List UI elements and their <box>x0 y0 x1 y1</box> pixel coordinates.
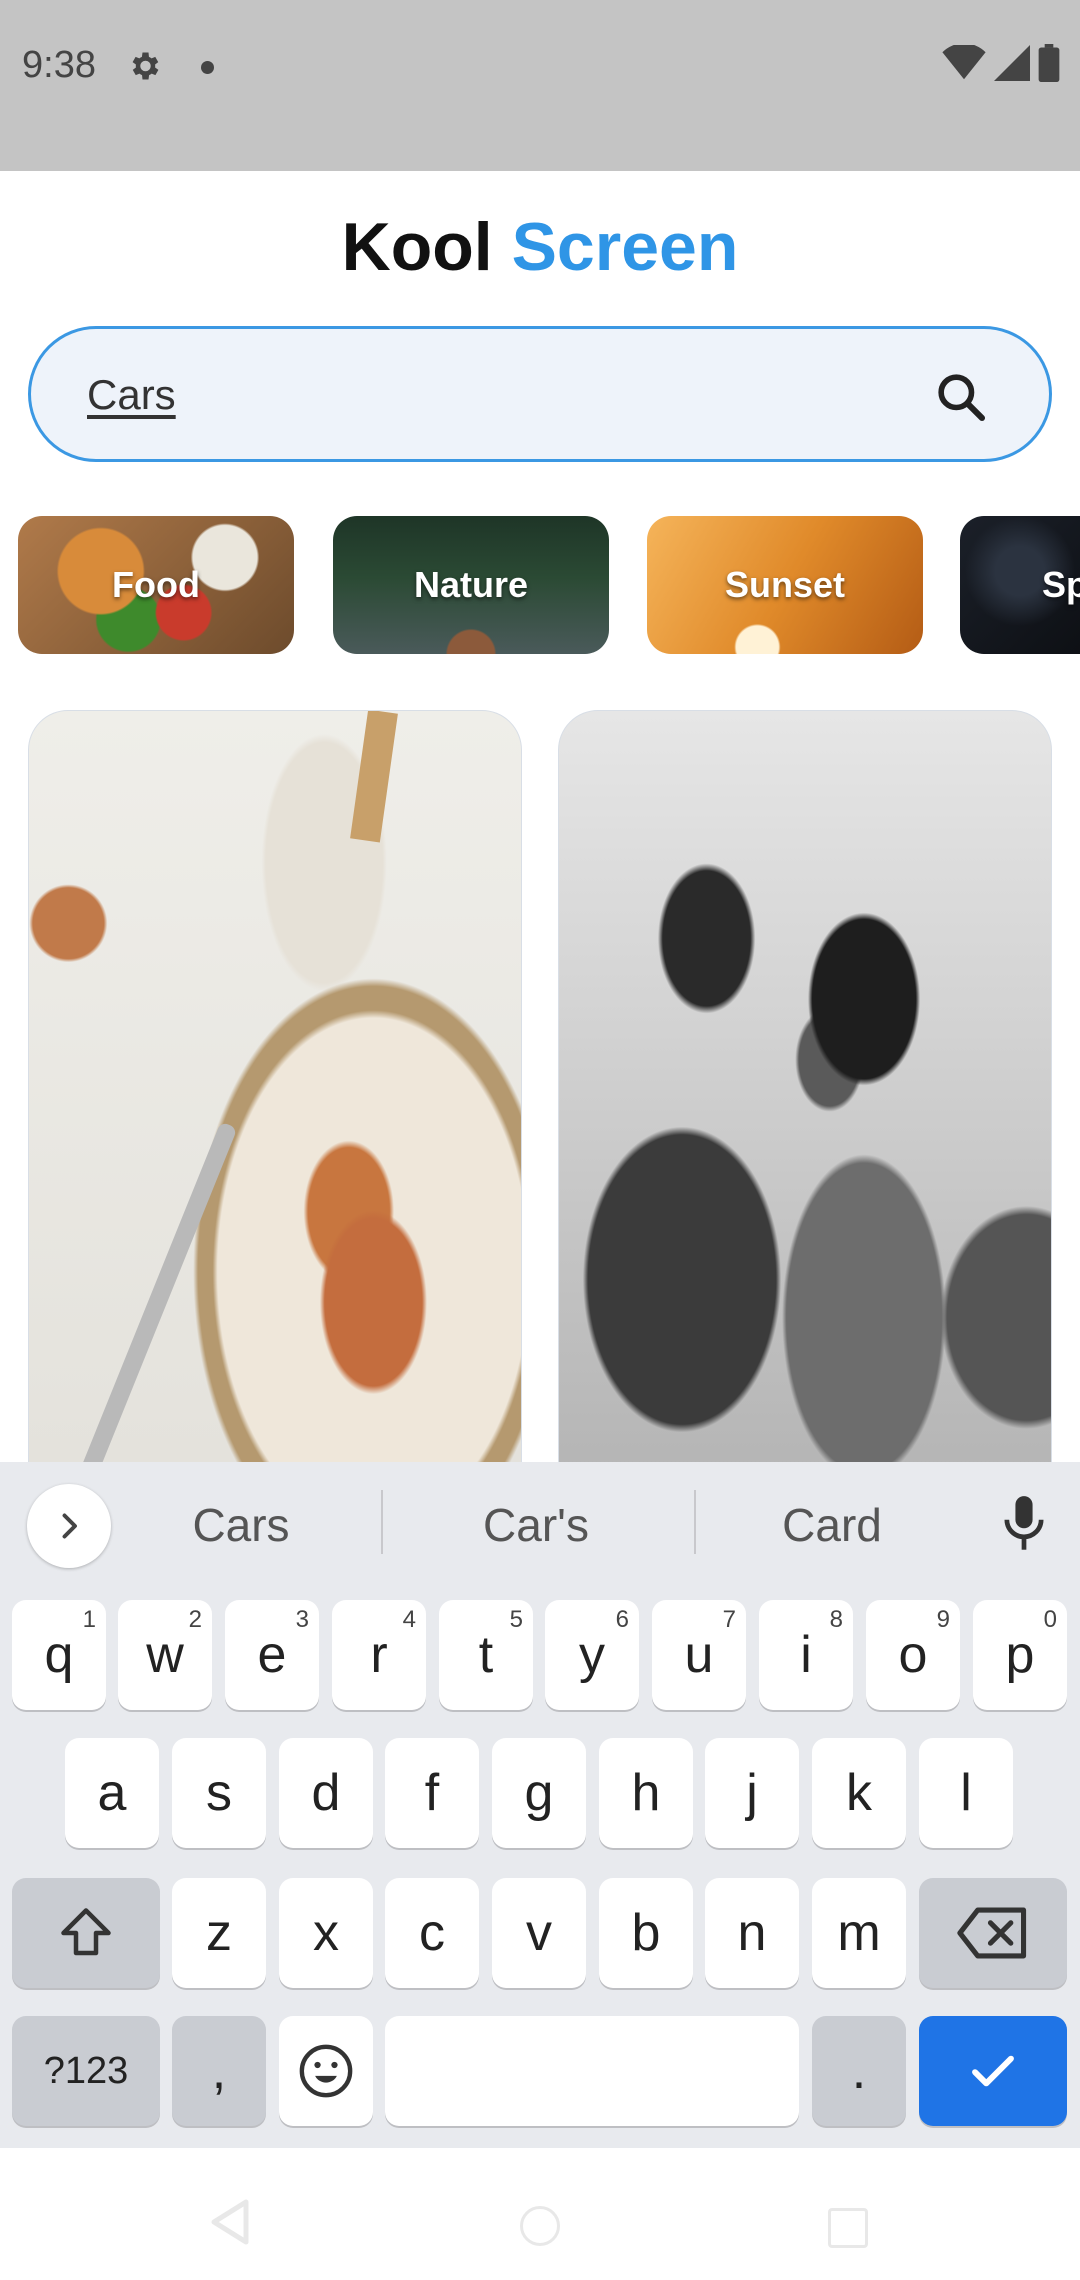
key-label: e <box>257 1626 287 1684</box>
shift-key[interactable] <box>12 1878 160 1988</box>
key-q[interactable]: q1 <box>12 1600 106 1710</box>
gear-icon <box>126 48 162 89</box>
key-w[interactable]: w2 <box>118 1600 212 1710</box>
search-icon[interactable] <box>933 369 989 430</box>
key-hint: 8 <box>829 1606 843 1633</box>
key-hint: 0 <box>1043 1606 1057 1633</box>
key-label: q <box>44 1626 74 1684</box>
key-label: o <box>898 1626 928 1684</box>
suggestion-divider <box>381 1490 383 1554</box>
back-icon[interactable] <box>210 2198 250 2251</box>
key-p[interactable]: p0 <box>973 1600 1067 1710</box>
key-label: p <box>1005 1626 1035 1684</box>
key-m[interactable]: m <box>812 1878 906 1988</box>
screen: 9:38 Kool Screen Cars Food Nature Sunset <box>0 0 1080 2280</box>
suggestion-item[interactable]: Card <box>692 1498 972 1552</box>
key-n[interactable]: n <box>705 1878 799 1988</box>
chevron-right-icon <box>62 1513 77 1539</box>
key-j[interactable]: j <box>705 1738 799 1848</box>
expand-suggestions-button[interactable] <box>27 1484 111 1568</box>
key-z[interactable]: z <box>172 1878 266 1988</box>
key-hint: 7 <box>722 1606 736 1633</box>
app-title: Kool Screen <box>0 208 1080 286</box>
key-label: i <box>800 1626 812 1684</box>
key-hint: 2 <box>188 1606 202 1633</box>
key-t[interactable]: t5 <box>439 1600 533 1710</box>
suggestion-item[interactable]: Car's <box>396 1498 676 1552</box>
key-hint: 6 <box>615 1606 629 1633</box>
key-g[interactable]: g <box>492 1738 586 1848</box>
photo-detail <box>78 1121 238 1469</box>
emoji-key[interactable] <box>279 2016 373 2126</box>
done-key[interactable] <box>919 2016 1067 2126</box>
key-hint: 3 <box>295 1606 309 1633</box>
key-o[interactable]: o9 <box>866 1600 960 1710</box>
backspace-key[interactable] <box>919 1878 1067 1988</box>
key-label: r <box>370 1626 388 1684</box>
category-chip-sunset[interactable]: Sunset <box>647 516 923 654</box>
key-hint: 9 <box>936 1606 950 1633</box>
category-chip-space[interactable]: Sp <box>960 516 1080 654</box>
signal-icon <box>994 45 1030 81</box>
key-l[interactable]: l <box>919 1738 1013 1848</box>
battery-icon <box>1038 44 1060 82</box>
photo-card[interactable] <box>558 710 1052 1470</box>
status-bar: 9:38 <box>0 0 1080 171</box>
notification-dot-icon <box>201 61 214 74</box>
key-f[interactable]: f <box>385 1738 479 1848</box>
wifi-icon <box>942 45 986 80</box>
key-label: y <box>579 1626 605 1684</box>
suggestion-strip: Cars Car's Card <box>0 1462 1080 1584</box>
category-label: Sunset <box>724 564 846 605</box>
key-hint: 4 <box>402 1606 416 1633</box>
key-y[interactable]: y6 <box>545 1600 639 1710</box>
key-x[interactable]: x <box>279 1878 373 1988</box>
category-label: Nature <box>413 564 529 605</box>
key-hint: 5 <box>509 1606 523 1633</box>
key-r[interactable]: r4 <box>332 1600 426 1710</box>
key-hint: 1 <box>82 1606 96 1633</box>
category-label: Sp <box>1042 564 1080 605</box>
navigation-bar <box>0 2148 1080 2280</box>
checkmark-icon <box>972 2055 1014 2087</box>
category-chip-nature[interactable]: Nature <box>333 516 609 654</box>
status-icons <box>942 44 1060 82</box>
key-k[interactable]: k <box>812 1738 906 1848</box>
key-label: w <box>146 1626 184 1684</box>
key-v[interactable]: v <box>492 1878 586 1988</box>
category-chip-food[interactable]: Food <box>18 516 294 654</box>
category-list: Food Nature Sunset Sp <box>0 516 1080 656</box>
key-u[interactable]: u7 <box>652 1600 746 1710</box>
recent-apps-icon[interactable] <box>828 2208 868 2248</box>
period-key[interactable]: . <box>812 2016 906 2126</box>
key-d[interactable]: d <box>279 1738 373 1848</box>
photo-detail <box>350 711 398 843</box>
emoji-icon <box>299 2044 353 2098</box>
key-b[interactable]: b <box>599 1878 693 1988</box>
app-title-part1: Kool <box>341 209 493 285</box>
photo-card[interactable] <box>28 710 522 1470</box>
search-input-value: Cars <box>87 371 176 418</box>
microphone-icon[interactable] <box>998 1494 1050 1559</box>
key-c[interactable]: c <box>385 1878 479 1988</box>
space-key[interactable] <box>385 2016 799 2126</box>
key-label: u <box>684 1626 714 1684</box>
shift-icon <box>61 1908 111 1956</box>
key-s[interactable]: s <box>172 1738 266 1848</box>
key-label: t <box>478 1626 494 1684</box>
key-i[interactable]: i8 <box>759 1600 853 1710</box>
symbols-key[interactable]: ?123 <box>12 2016 160 2126</box>
key-e[interactable]: e3 <box>225 1600 319 1710</box>
category-label: Food <box>112 564 200 605</box>
suggestion-item[interactable]: Cars <box>101 1498 381 1552</box>
app-title-part2: Screen <box>511 209 739 285</box>
key-a[interactable]: a <box>65 1738 159 1848</box>
key-h[interactable]: h <box>599 1738 693 1848</box>
comma-key[interactable]: , <box>172 2016 266 2126</box>
backspace-icon <box>957 1907 1027 1959</box>
search-input[interactable]: Cars <box>28 326 1052 462</box>
status-time: 9:38 <box>22 44 96 86</box>
soft-keyboard: Cars Car's Card q1 w2 e3 r4 t5 y6 u7 i8 … <box>0 1462 1080 2148</box>
home-icon[interactable] <box>520 2206 560 2246</box>
